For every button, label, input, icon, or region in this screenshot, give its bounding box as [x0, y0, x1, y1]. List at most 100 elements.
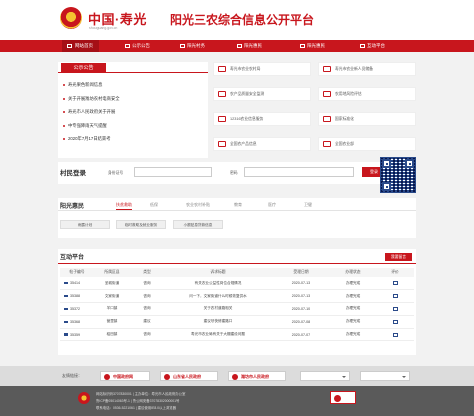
district-cell: 圣城街道 — [94, 277, 130, 291]
table-row[interactable]: 35414 圣城街道 咨询 有关农业公益性岗位合规情况 2020-07-13 办… — [60, 277, 414, 291]
message-icon — [64, 281, 68, 285]
divider — [58, 210, 416, 211]
villager-login: 村民登录 身份证号 密码 登录 — [58, 162, 416, 184]
status-cell: 办理完成 — [330, 289, 376, 304]
service-icon — [218, 66, 226, 72]
status-cell: 办理完成 — [330, 328, 376, 342]
party-emblem-icon — [78, 392, 90, 404]
service-link[interactable]: 国家标准化 — [318, 112, 416, 126]
link-weifang-gov[interactable]: 潍坊市人民政府 — [228, 371, 286, 381]
divider — [58, 263, 416, 264]
column-header: 办理状态 — [330, 268, 376, 277]
notice-header: 公示公告 — [58, 62, 208, 73]
date-cell: 2020-07-13 — [272, 289, 330, 304]
footer-line: 网站标识码3707830001 | 主办单位：寿光市人民政府办公室 — [96, 392, 186, 396]
type-cell: 咨询 — [130, 328, 164, 342]
interaction-panel: 互动平台 我要留言 帖子编号 所属区县 类型 诉求标题 受理日期 办理状态 评价… — [58, 249, 416, 355]
message-icon — [64, 307, 68, 311]
column-header: 评价 — [376, 268, 414, 277]
benefit-item[interactable]: 临时救助及就业服务 — [116, 220, 166, 229]
tab-minimum-living[interactable]: 低保 — [150, 202, 158, 208]
people-icon — [300, 44, 305, 48]
benefit-icon — [237, 44, 242, 48]
links-select-2[interactable] — [360, 371, 410, 381]
date-cell: 2020-07-08 — [272, 315, 330, 329]
notice-item[interactable]: 2020年7月17日结束考 — [62, 132, 202, 146]
service-link[interactable]: 寿光市农业农村局 — [213, 62, 311, 76]
column-header: 诉求标题 — [164, 268, 272, 277]
password-input[interactable] — [244, 167, 354, 177]
tab-education[interactable]: 教育 — [234, 202, 242, 208]
service-link[interactable]: 农用地风险评估 — [318, 87, 416, 101]
links-select-1[interactable] — [300, 371, 350, 381]
evaluate-icon[interactable] — [392, 319, 398, 324]
site-footer: 网站标识码3707830001 | 主办单位：寿光市人民政府办公室 鲁ICP备0… — [0, 386, 474, 416]
notice-item[interactable]: 寿光市人民政府关于开展 — [62, 105, 202, 119]
link-shandong-gov[interactable]: 山东省人民政府 — [160, 371, 218, 381]
tab-health[interactable]: 卫健 — [304, 202, 312, 208]
notice-item[interactable]: 中专强降雨天气提醒 — [62, 119, 202, 133]
chat-icon — [360, 44, 365, 48]
id-number-input[interactable] — [134, 167, 212, 177]
leave-message-button[interactable]: 我要留言 — [385, 253, 412, 261]
links-label: 友情链接： — [62, 373, 82, 378]
gov-verification-badge[interactable] — [330, 391, 356, 404]
nav-item-people[interactable]: 阳光惠民 — [300, 40, 325, 52]
service-icon — [218, 91, 226, 97]
post-id: 35359 — [70, 332, 80, 337]
service-icon — [323, 66, 331, 72]
nav-item-home[interactable]: 网站首页 — [62, 40, 99, 52]
table-row[interactable]: 35388 文家街道 咨询 问一下，文家街道什么时候恢复供水 2020-07-1… — [60, 289, 414, 304]
evaluate-icon[interactable] — [392, 332, 398, 337]
evaluate-icon[interactable] — [392, 294, 398, 299]
column-header: 帖子编号 — [60, 268, 94, 277]
date-cell: 2020-07-10 — [272, 302, 330, 316]
nav-item-benefit[interactable]: 阳光惠民 — [237, 40, 262, 52]
title-cell[interactable]: 关于农村道路相关 — [164, 302, 272, 316]
national-emblem-icon — [60, 7, 82, 29]
type-cell: 咨询 — [130, 289, 164, 304]
nav-item-interact[interactable]: 互动平台 — [360, 40, 385, 52]
evaluate-icon[interactable] — [392, 281, 398, 286]
service-link[interactable]: 全国农业部 — [318, 137, 416, 151]
message-table: 帖子编号 所属区县 类型 诉求标题 受理日期 办理状态 评价 35414 圣城街… — [60, 268, 414, 342]
table-row[interactable]: 35368 营里镇 建议 建议尽快修建路口 2020-07-08 办理完成 — [60, 315, 414, 329]
benefit-item[interactable]: 小额贴息贷款信息 — [173, 220, 223, 229]
district-cell: 羊口镇 — [94, 302, 130, 316]
title-cell[interactable]: 问一下，文家街道什么时候恢复供水 — [164, 289, 272, 304]
id-label: 身份证号 — [108, 171, 124, 175]
title-cell[interactable]: 有关农业公益性岗位合规情况 — [164, 277, 272, 291]
platform-title: 阳光三农综合信息公开平台 — [170, 13, 315, 27]
password-label: 密码 — [230, 171, 238, 175]
interaction-title: 互动平台 — [60, 255, 85, 261]
title-cell[interactable]: 建议尽快修建路口 — [164, 315, 272, 329]
status-cell: 办理完成 — [330, 277, 376, 291]
site-header: 中国·寿光 shouguang.gov.cn 阳光三农综合信息公开平台 — [0, 0, 474, 40]
service-link[interactable]: 12316农业信息服务 — [213, 112, 311, 126]
service-link[interactable]: 寿光市农业新人员储备 — [318, 62, 416, 76]
notice-item[interactable]: 关于开展潍坊农村电商安全 — [62, 92, 202, 106]
nav-item-notice[interactable]: 公示公告 — [125, 40, 150, 52]
table-row[interactable]: 35359 稻田镇 咨询 寿光市农业局有关于大棚建设问题 2020-07-07 … — [60, 328, 414, 342]
tab-notice[interactable]: 公示公告 — [61, 63, 106, 73]
link-gov-cn[interactable]: 中国政府网 — [100, 371, 150, 381]
tab-poverty-relief[interactable]: 扶贫救助 — [116, 202, 132, 210]
qr-code-icon — [380, 157, 416, 193]
service-link[interactable]: 全国农产品信息 — [213, 137, 311, 151]
title-cell[interactable]: 寿光市农业局有关于大棚建设问题 — [164, 328, 272, 342]
message-icon — [64, 320, 68, 324]
nav-item-village[interactable]: 阳光村务 — [180, 40, 205, 52]
evaluate-icon[interactable] — [392, 307, 398, 312]
benefit-item[interactable]: 雨露计划 — [60, 220, 110, 229]
tab-medical[interactable]: 医疗 — [268, 202, 276, 208]
notice-item[interactable]: 寿光果色新闻信息 — [62, 78, 202, 92]
village-icon — [180, 44, 185, 48]
home-icon — [67, 44, 72, 48]
service-icon — [323, 91, 331, 97]
table-row[interactable]: 35372 羊口镇 咨询 关于农村道路相关 2020-07-10 办理完成 — [60, 302, 414, 316]
service-link[interactable]: 农产品质量安全监测 — [213, 87, 311, 101]
table-header-row: 帖子编号 所属区县 类型 诉求标题 受理日期 办理状态 评价 — [60, 268, 414, 277]
date-cell: 2020-07-13 — [272, 277, 330, 291]
post-id: 35388 — [70, 294, 80, 299]
tab-agri-subsidy[interactable]: 农业农村补贴 — [186, 202, 210, 208]
